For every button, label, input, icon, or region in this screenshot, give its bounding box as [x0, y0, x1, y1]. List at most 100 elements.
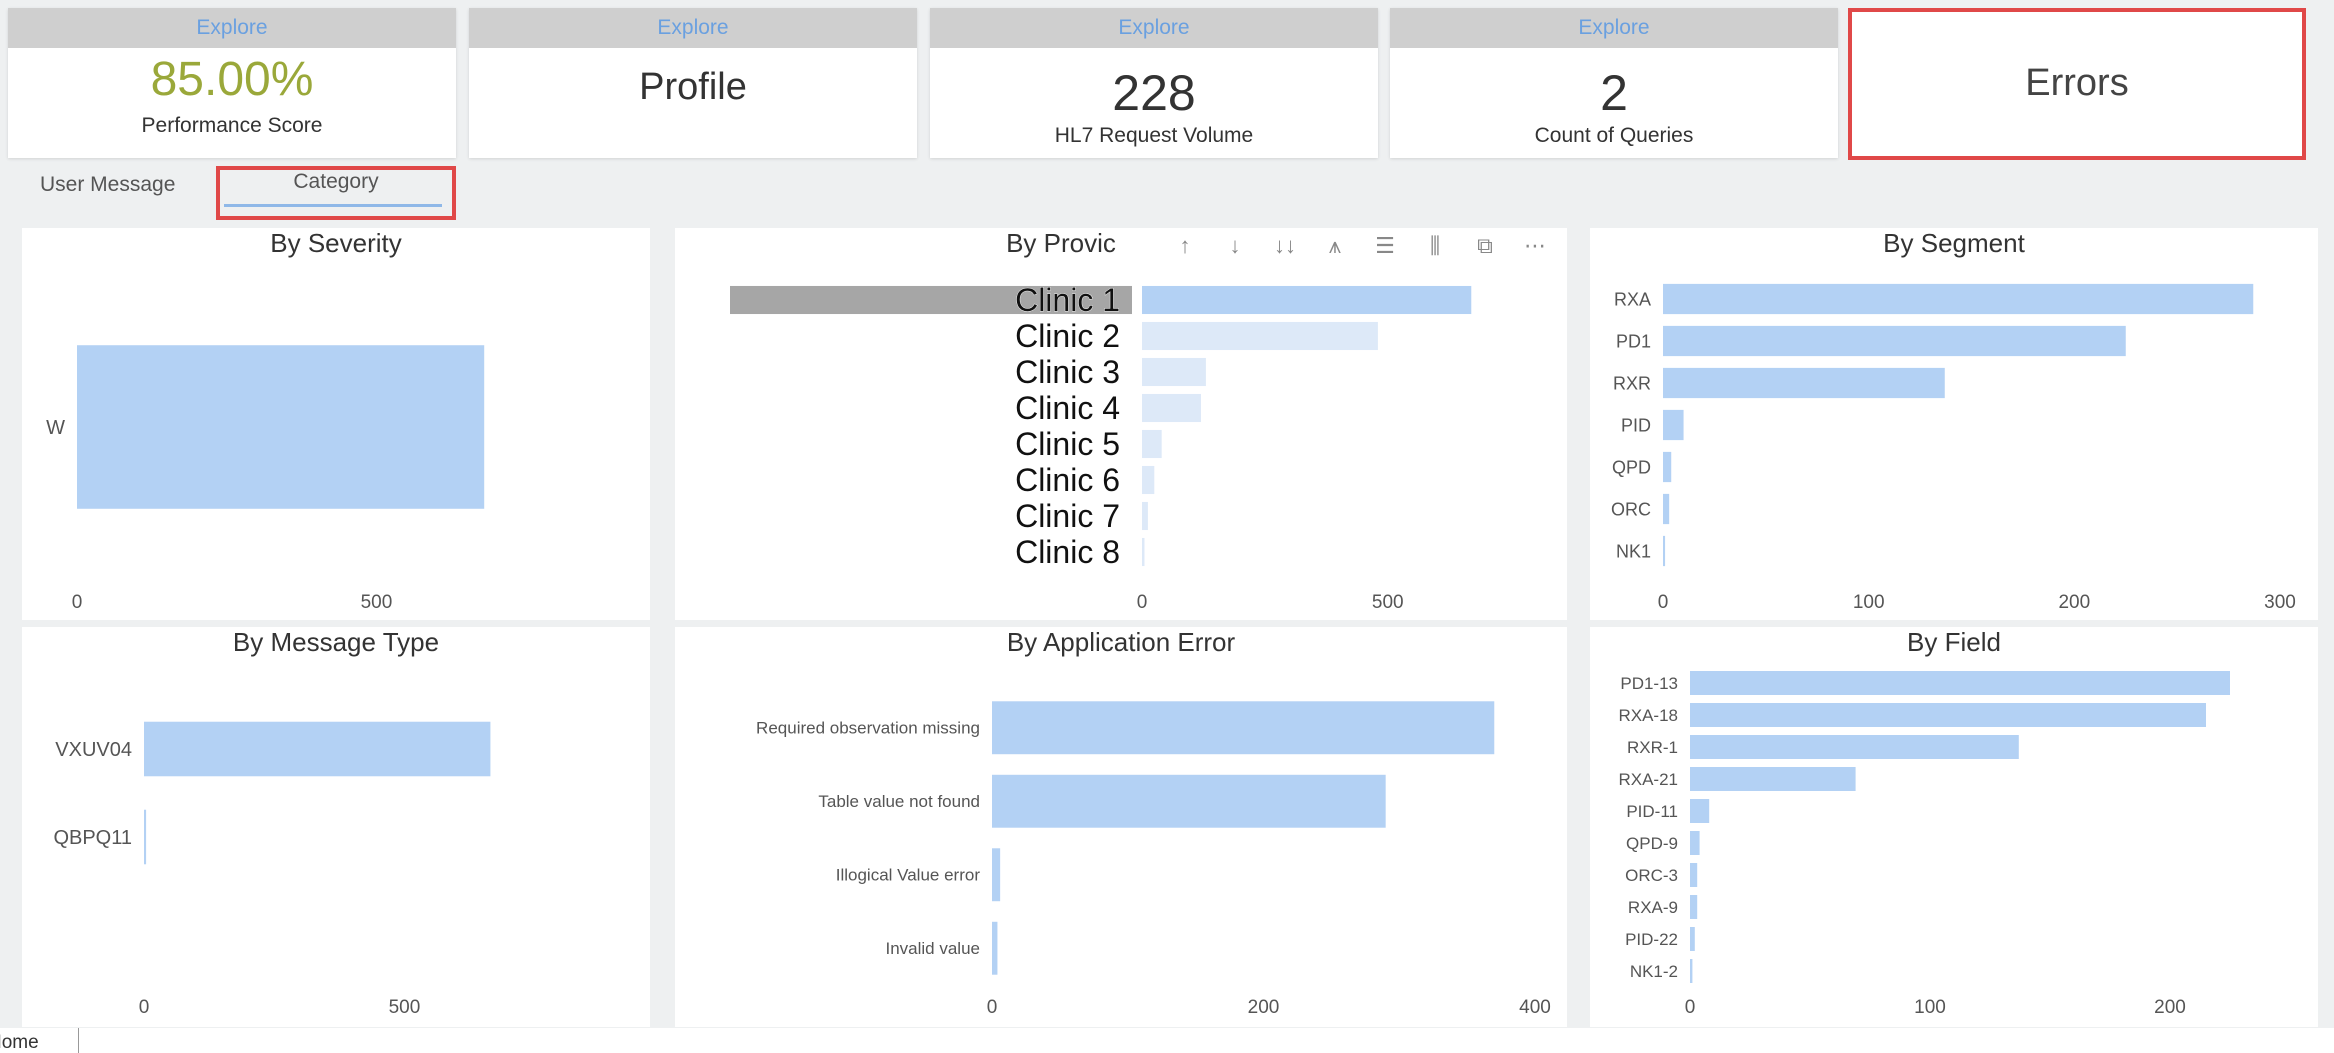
- tab-category[interactable]: Category: [216, 166, 456, 220]
- bar[interactable]: [992, 701, 1495, 755]
- tick-label: 200: [2058, 592, 2090, 613]
- filter-icon[interactable]: ☰: [1360, 233, 1410, 259]
- bar[interactable]: [1142, 393, 1201, 423]
- bar[interactable]: [144, 721, 491, 777]
- tab-label: Category: [293, 170, 379, 193]
- bar[interactable]: [1142, 285, 1472, 315]
- bar[interactable]: [1690, 831, 1700, 855]
- bar[interactable]: [77, 345, 485, 509]
- chart-svg: VXUV04 QBPQ11 0 500: [53, 721, 491, 1018]
- chart-svg: Required observation missing Table value …: [756, 701, 1551, 1018]
- bar[interactable]: [1663, 493, 1670, 525]
- chart-edit-icon[interactable]: ⫼: [1410, 233, 1460, 259]
- bar[interactable]: [1690, 799, 1710, 823]
- bar[interactable]: [1663, 283, 2254, 315]
- explore-link[interactable]: Explore: [8, 8, 456, 48]
- page-tab-home[interactable]: Home: [0, 1028, 79, 1053]
- bar[interactable]: [992, 848, 1001, 902]
- chart-by-message-type[interactable]: By Message Type VXUV04 QBPQ11 0 500: [22, 627, 650, 1027]
- bar[interactable]: [1142, 321, 1378, 351]
- chart-by-field[interactable]: By Field PD1-13 RXA-18 RXR-1 RXA-21 PID-11 QP…: [1590, 627, 2318, 1027]
- tick-label: 0: [1685, 997, 1696, 1018]
- more-options-icon[interactable]: ⋯: [1510, 233, 1560, 259]
- kpi-label: Count of Queries: [1534, 124, 1694, 147]
- category-label: Invalid value: [885, 939, 980, 958]
- tick-label: 0: [72, 592, 83, 613]
- bar[interactable]: [1690, 703, 2206, 727]
- category-label: QBPQ11: [53, 827, 132, 849]
- category-label: Illogical Value error: [836, 866, 981, 885]
- category-label: Clinic 6: [1015, 462, 1120, 498]
- category-label: Clinic 1: [1015, 282, 1120, 318]
- tab-user-message[interactable]: User Message: [40, 173, 175, 197]
- bar[interactable]: [1142, 537, 1145, 567]
- kpi-card-profile[interactable]: Explore Profile: [469, 8, 917, 158]
- bar[interactable]: [1663, 325, 2126, 357]
- tick-label: 0: [139, 997, 150, 1018]
- expand-hierarchy-icon[interactable]: ⩚: [1310, 233, 1360, 259]
- page-tab-strip: [0, 1028, 2334, 1053]
- category-label: W: [46, 417, 65, 439]
- tick-label: 0: [1658, 592, 1669, 613]
- bar[interactable]: [1663, 409, 1684, 441]
- tick-label: 200: [1248, 997, 1280, 1018]
- bar[interactable]: [1690, 767, 1856, 791]
- category-label: RXA-18: [1618, 706, 1678, 725]
- bar[interactable]: [1142, 357, 1206, 387]
- page-tab-label: Home: [0, 1032, 39, 1053]
- chart-by-provider[interactable]: By Provic Clinic 1 Clinic 2 Clinic 3 Clinic…: [675, 228, 1567, 620]
- bar[interactable]: [1690, 671, 2230, 695]
- bar[interactable]: [1690, 863, 1698, 887]
- category-label: Required observation missing: [756, 719, 980, 738]
- tick-label: 400: [1519, 997, 1551, 1018]
- bar[interactable]: [1690, 959, 1693, 983]
- bar[interactable]: [144, 809, 147, 865]
- kpi-card-errors[interactable]: Errors: [1848, 8, 2306, 160]
- explore-link[interactable]: Explore: [1390, 8, 1838, 48]
- bar[interactable]: [992, 774, 1386, 828]
- chart-by-application-error[interactable]: By Application Error Required observatio…: [675, 627, 1567, 1027]
- category-label: Clinic 2: [1015, 318, 1120, 354]
- bar[interactable]: [1142, 429, 1162, 459]
- category-label: PID-22: [1625, 930, 1678, 949]
- double-arrow-down-icon[interactable]: ↓↓: [1260, 233, 1310, 259]
- category-label: Clinic 8: [1015, 534, 1120, 570]
- kpi-value: 228: [1112, 65, 1196, 121]
- tick-label: 0: [1137, 592, 1148, 613]
- bar[interactable]: [1690, 927, 1695, 951]
- kpi-label: Performance Score: [141, 114, 323, 137]
- bar[interactable]: [1142, 501, 1148, 531]
- kpi-card-performance[interactable]: Explore 85.00% Performance Score: [8, 8, 456, 158]
- bar[interactable]: [1663, 451, 1672, 483]
- category-label: RXR: [1613, 373, 1651, 393]
- kpi-label: HL7 Request Volume: [1054, 124, 1254, 147]
- chart-svg: Clinic 1Clinic 2Clinic 3Clinic 4Clinic 5…: [730, 282, 1472, 613]
- category-label: Clinic 3: [1015, 354, 1120, 390]
- explore-link[interactable]: Explore: [469, 8, 917, 48]
- bar[interactable]: [1690, 735, 2019, 759]
- kpi-card-query-count[interactable]: Explore 2 Count of Queries: [1390, 8, 1838, 158]
- category-label: PID-11: [1626, 802, 1678, 821]
- kpi-value: Profile: [639, 66, 747, 108]
- bar[interactable]: [992, 921, 998, 975]
- category-label: Clinic 4: [1015, 390, 1120, 426]
- chart-by-severity[interactable]: By Severity W 0 500: [22, 228, 650, 620]
- category-label: Clinic 7: [1015, 498, 1120, 534]
- explore-link[interactable]: Explore: [930, 8, 1378, 48]
- chart-by-segment[interactable]: By Segment RXA PD1 RXR PID QPD ORC NK1 0 100 200 3…: [1590, 228, 2318, 620]
- bar[interactable]: [1663, 535, 1666, 567]
- category-label: QPD-9: [1626, 834, 1678, 853]
- kpi-value: 85.00%: [150, 53, 314, 106]
- bar[interactable]: [1690, 895, 1698, 919]
- category-label: NK1-2: [1630, 962, 1678, 981]
- kpi-card-request-volume[interactable]: Explore 228 HL7 Request Volume: [930, 8, 1378, 158]
- kpi-value: Errors: [2025, 62, 2129, 104]
- bar[interactable]: [1663, 367, 1945, 399]
- arrow-down-icon[interactable]: ↓: [1210, 233, 1260, 259]
- category-label: RXA-21: [1618, 770, 1678, 789]
- focus-mode-icon[interactable]: ⧉: [1460, 233, 1510, 259]
- category-label: NK1: [1616, 541, 1651, 561]
- arrow-up-icon[interactable]: ↑: [1160, 233, 1210, 259]
- tick-label: 0: [987, 997, 998, 1018]
- bar[interactable]: [1142, 465, 1155, 495]
